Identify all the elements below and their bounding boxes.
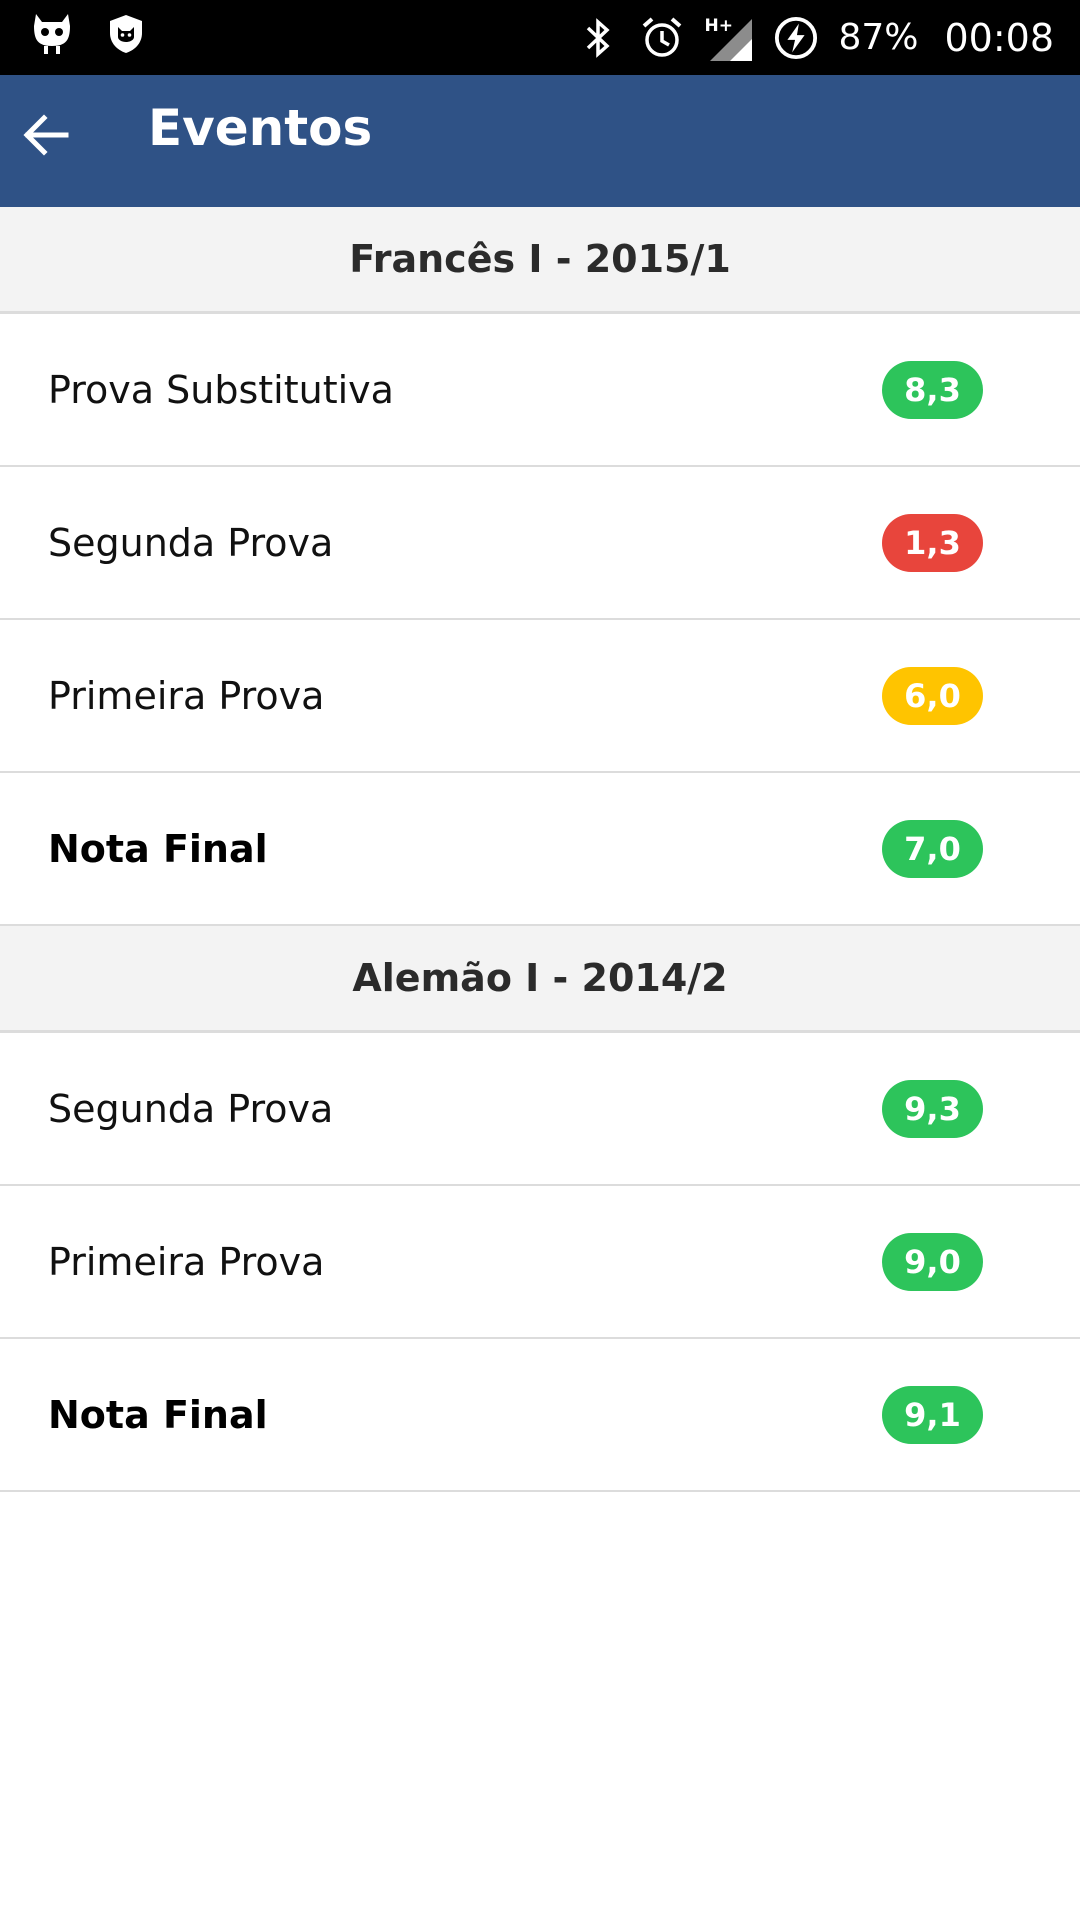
back-button[interactable] (14, 105, 78, 169)
grade-badge: 8,3 (882, 360, 983, 419)
list-item[interactable]: Primeira Prova 6,0 (0, 620, 1080, 773)
alarm-icon (640, 16, 684, 60)
clock: 00:08 (944, 15, 1054, 60)
final-grade-label: Nota Final (48, 826, 268, 871)
list-item[interactable]: Primeira Prova 9,0 (0, 1186, 1080, 1339)
battery-charging-icon (774, 16, 818, 60)
shield-icon (104, 12, 148, 56)
section-header: Francês I - 2015/1 (0, 207, 1080, 314)
arrow-left-icon (22, 113, 70, 162)
grade-badge: 7,0 (882, 819, 983, 878)
event-name: Primeira Prova (48, 1239, 325, 1284)
signal-hplus-icon: H+ (704, 15, 754, 61)
event-name: Primeira Prova (48, 673, 325, 718)
network-type-label: H+ (704, 15, 733, 36)
bluetooth-icon (576, 16, 620, 60)
list-item[interactable]: Nota Final 7,0 (0, 773, 1080, 926)
app-bar: Eventos (0, 75, 1080, 207)
grade-badge: 1,3 (882, 513, 983, 572)
section-header: Alemão I - 2014/2 (0, 926, 1080, 1033)
list-item[interactable]: Segunda Prova 9,3 (0, 1033, 1080, 1186)
grade-badge: 9,0 (882, 1232, 983, 1291)
list-item[interactable]: Segunda Prova 1,3 (0, 467, 1080, 620)
list-item[interactable]: Prova Substitutiva 8,3 (0, 314, 1080, 467)
event-name: Prova Substitutiva (48, 367, 394, 412)
grade-badge: 6,0 (882, 666, 983, 725)
event-name: Segunda Prova (48, 1086, 334, 1131)
events-list: Francês I - 2015/1 Prova Substitutiva 8,… (0, 207, 1080, 1492)
event-name: Segunda Prova (48, 520, 334, 565)
final-grade-label: Nota Final (48, 1392, 268, 1437)
battery-percentage: 87% (838, 17, 919, 58)
grade-badge: 9,3 (882, 1079, 983, 1138)
grade-badge: 9,1 (882, 1385, 983, 1444)
cyanogen-mascot-icon (30, 12, 74, 56)
list-item[interactable]: Nota Final 9,1 (0, 1339, 1080, 1492)
status-bar: H+ 87% 00:08 (0, 0, 1080, 75)
page-title: Eventos (148, 99, 373, 157)
